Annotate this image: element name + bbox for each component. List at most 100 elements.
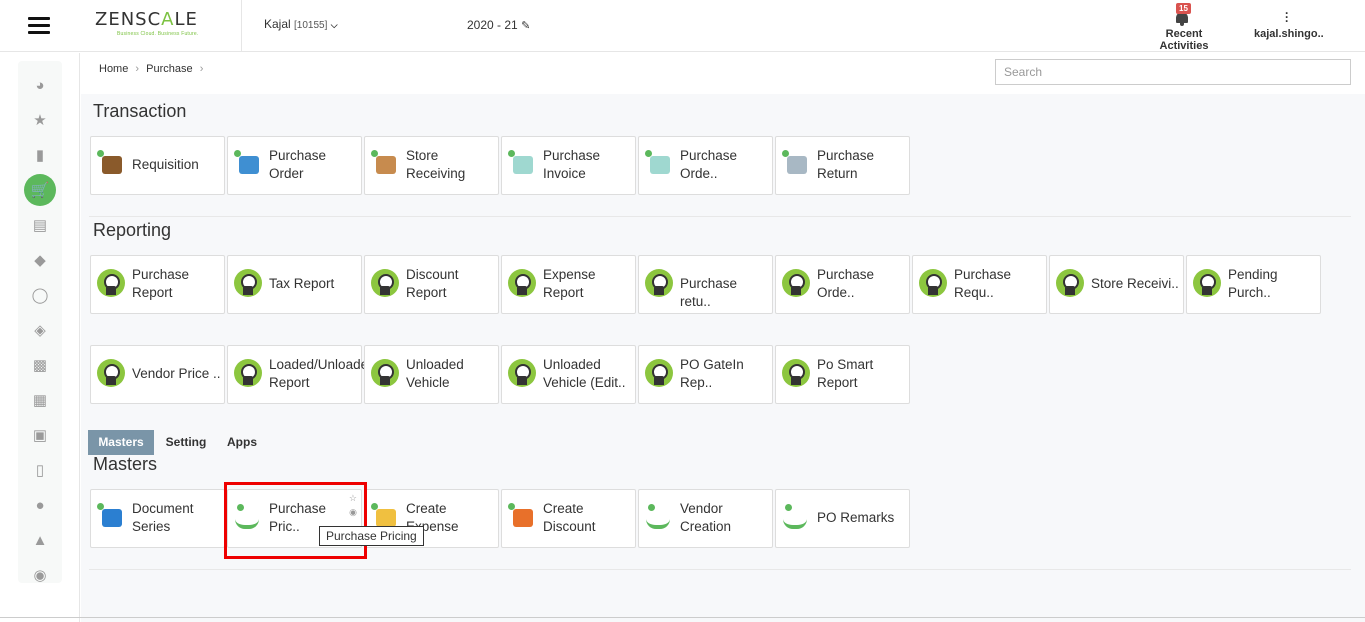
- recent-activities-label: Recent Activities: [1159, 28, 1209, 52]
- tile-discount-report[interactable]: Discount Report: [364, 255, 499, 314]
- star-icon[interactable]: ★: [25, 105, 55, 135]
- tile-purchase-order[interactable]: Purchase Order: [227, 136, 362, 195]
- requisition-icon: [97, 150, 125, 178]
- document-icon[interactable]: ▯: [25, 455, 55, 485]
- report-icon: [97, 359, 125, 387]
- logo-suffix: LE: [174, 9, 198, 30]
- tab-masters[interactable]: Masters: [88, 430, 154, 455]
- tile-label: Store Receivi..: [1091, 276, 1179, 291]
- financial-year-selector[interactable]: 2020 - 21 ✎: [467, 18, 530, 32]
- tile-label: Purchase Requ..: [954, 267, 1012, 300]
- tile-label: PO Remarks: [817, 510, 895, 525]
- report-icon: [645, 269, 673, 297]
- edit-icon: ✎: [521, 20, 531, 32]
- recent-activities-button[interactable]: 15 Recent Activities: [1140, 0, 1230, 52]
- report-icon: [1056, 269, 1084, 297]
- logo-tagline: Business Cloud. Business Future.: [117, 31, 199, 37]
- hamburger-menu-icon[interactable]: [28, 17, 50, 35]
- report-icon: [371, 269, 399, 297]
- user-menu[interactable]: · · · kajal.shingo..: [1254, 0, 1334, 52]
- tile-label: Discount Report: [406, 267, 459, 300]
- company-name: Kajal: [264, 17, 291, 31]
- tile-tax-report[interactable]: Tax Report: [227, 255, 362, 314]
- purchase-order-icon: [645, 150, 673, 178]
- report-icon: [508, 269, 536, 297]
- tile-document-series[interactable]: Document Series: [90, 489, 225, 548]
- tile-store-receiving[interactable]: Store Receiving: [364, 136, 499, 195]
- tile-purchase-requisition-report[interactable]: Purchase Requ..: [912, 255, 1047, 314]
- tile-create-discount[interactable]: Create Discount: [501, 489, 636, 548]
- tile-label: Purchase retu..: [680, 276, 738, 309]
- view-icon[interactable]: ◉: [349, 507, 357, 518]
- tile-label: Purchase Return: [817, 148, 875, 181]
- main-content: Home › Purchase › Transaction Requisitio…: [81, 53, 1365, 622]
- financial-year: 2020 - 21: [467, 18, 518, 32]
- qrcode-icon[interactable]: ▦: [25, 385, 55, 415]
- purchase-order-icon: [234, 150, 262, 178]
- tile-pending-purchase-report[interactable]: Pending Purch..: [1186, 255, 1321, 314]
- money-icon[interactable]: ▣: [25, 420, 55, 450]
- tooltip: Purchase Pricing: [319, 526, 424, 546]
- ticket-icon[interactable]: ◈: [25, 315, 55, 345]
- search-input[interactable]: [995, 59, 1351, 85]
- tile-purchase-return[interactable]: Purchase Return: [775, 136, 910, 195]
- file-icon[interactable]: ▮: [25, 140, 55, 170]
- tile-label: Purchase Report: [132, 267, 190, 300]
- po-remarks-icon: [782, 503, 810, 531]
- tile-purchase-order-report[interactable]: Purchase Orde..: [775, 255, 910, 314]
- dashboard-icon[interactable]: ◕: [25, 70, 55, 100]
- breadcrumb-current[interactable]: Purchase: [146, 63, 192, 75]
- company-selector[interactable]: Kajal [10155] ⌵: [264, 17, 338, 31]
- breadcrumb: Home › Purchase ›: [99, 63, 207, 75]
- logo[interactable]: ZENSCALE Business Cloud. Business Future…: [95, 10, 210, 40]
- report-icon: [1193, 269, 1221, 297]
- sidebar-nav: ◕ ★ ▮ 🛒 ▤ ◆ ◯ ◈ ▩ ▦ ▣ ▯ ● ▲ ◉: [18, 61, 62, 584]
- divider: [241, 0, 242, 52]
- bottom-border: [0, 617, 1365, 618]
- report-icon: [508, 359, 536, 387]
- tile-unloaded-vehicle[interactable]: Unloaded Vehicle: [364, 345, 499, 404]
- person-icon[interactable]: ▲: [25, 525, 55, 555]
- tile-expense-report[interactable]: Expense Report: [501, 255, 636, 314]
- logo-prefix: ZENSC: [95, 9, 162, 30]
- top-bar: ZENSCALE Business Cloud. Business Future…: [0, 0, 1365, 52]
- book-icon[interactable]: ▤: [25, 210, 55, 240]
- tile-store-receiving-report[interactable]: Store Receivi..: [1049, 255, 1184, 314]
- cubes-icon[interactable]: ▩: [25, 350, 55, 380]
- report-icon: [234, 269, 262, 297]
- purchase-invoice-icon: [508, 150, 536, 178]
- tile-purchase-report[interactable]: Purchase Report: [90, 255, 225, 314]
- tile-purchase-invoice[interactable]: Purchase Invoice: [501, 136, 636, 195]
- purchase-return-icon: [782, 150, 810, 178]
- users-icon[interactable]: ●: [25, 490, 55, 520]
- tab-apps[interactable]: Apps: [220, 430, 264, 455]
- tile-purchase-return-report[interactable]: Purchase retu..: [638, 255, 773, 314]
- tile-unloaded-vehicle-edit[interactable]: Unloaded Vehicle (Edit..: [501, 345, 636, 404]
- cart-icon[interactable]: 🛒: [24, 174, 56, 206]
- tile-vendor-price-report[interactable]: Vendor Price ..: [90, 345, 225, 404]
- bulb-icon[interactable]: ◯: [25, 280, 55, 310]
- tile-po-gatein-report[interactable]: PO GateIn Rep..: [638, 345, 773, 404]
- logo-accent: A: [161, 9, 175, 30]
- tile-vendor-creation[interactable]: Vendor Creation: [638, 489, 773, 548]
- chevron-down-icon: ⌵: [330, 20, 338, 30]
- tile-po-remarks[interactable]: PO Remarks: [775, 489, 910, 548]
- tile-label: Purchase Orde..: [817, 267, 875, 300]
- tag-icon[interactable]: ◆: [25, 245, 55, 275]
- tile-label: Expense Report: [543, 267, 596, 300]
- chat-icon[interactable]: ◉: [25, 560, 55, 590]
- tile-requisition[interactable]: Requisition: [90, 136, 225, 195]
- tab-setting[interactable]: Setting: [158, 430, 214, 455]
- tile-po-smart-report[interactable]: Po Smart Report: [775, 345, 910, 404]
- breadcrumb-home[interactable]: Home: [99, 63, 128, 75]
- breadcrumb-bar: Home › Purchase ›: [81, 53, 1365, 94]
- tile-loaded-unloaded-report[interactable]: Loaded/Unloaded Report: [227, 345, 376, 404]
- tile-label: Vendor Price ..: [132, 366, 221, 381]
- section-divider: [89, 569, 1351, 570]
- report-icon: [782, 359, 810, 387]
- tile-purchase-order-2[interactable]: Purchase Orde..: [638, 136, 773, 195]
- report-icon: [782, 269, 810, 297]
- sidebar: ◕ ★ ▮ 🛒 ▤ ◆ ◯ ◈ ▩ ▦ ▣ ▯ ● ▲ ◉: [0, 53, 80, 622]
- tile-label: Po Smart Report: [817, 357, 874, 390]
- favorite-star-icon[interactable]: ☆: [349, 493, 357, 504]
